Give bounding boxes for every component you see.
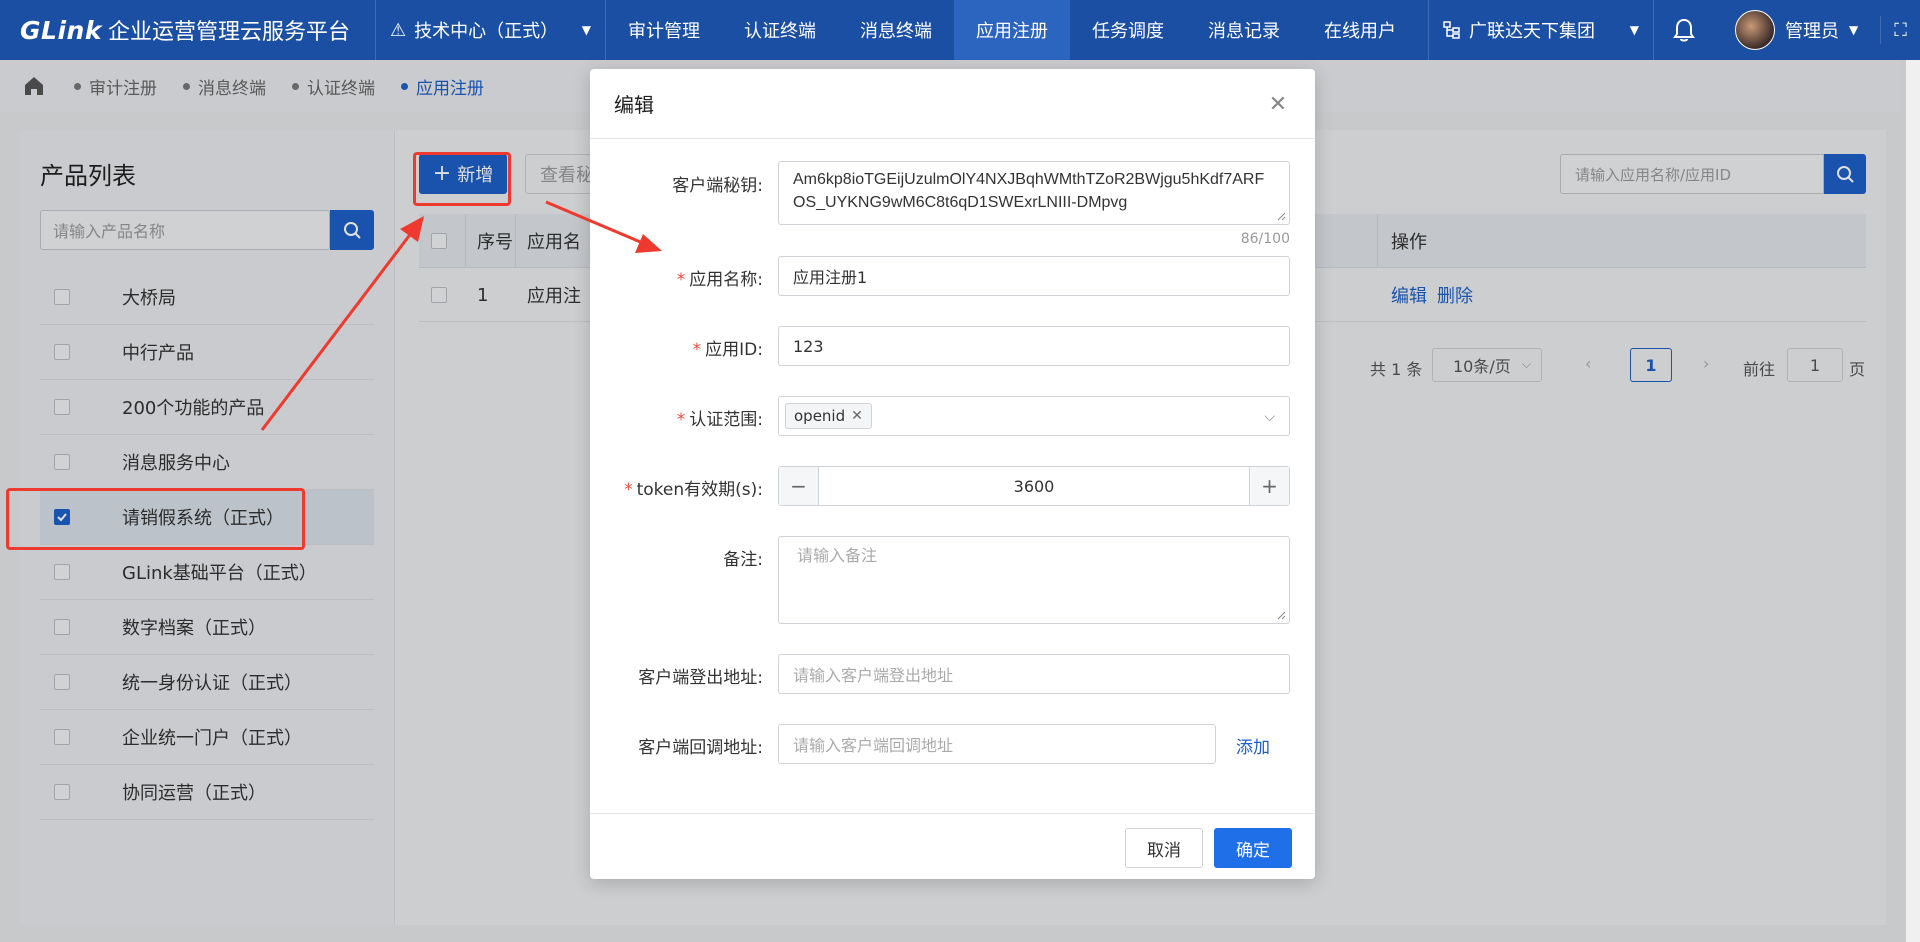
increment-button[interactable]: + [1249,467,1289,505]
nav-item-message-log[interactable]: 消息记录 [1186,0,1302,60]
required-mark: * [676,270,686,290]
remark-label: 备注: [723,550,763,570]
tag-close-icon[interactable]: ✕ [851,408,863,424]
logo: GLink [20,15,102,45]
required-mark: * [624,480,633,500]
dialog-footer: 取消 确定 [590,813,1315,879]
app-name-input[interactable]: 应用注册1 [778,256,1290,296]
chevron-down-icon: ▼ [581,23,591,37]
nav-menu: 审计管理 认证终端 消息终端 应用注册 任务调度 消息记录 在线用户 [606,0,1418,60]
center-select[interactable]: ⚠ 技术中心（正式） ▼ [376,0,606,60]
user-menu[interactable]: 管理员 ▼ [1735,0,1858,60]
callback-label: 客户端回调地址: [638,738,763,758]
nav-item-app-register[interactable]: 应用注册 [954,0,1070,60]
brand[interactable]: GLink 企业运营管理云服务平台 [0,0,376,60]
secret-textarea[interactable]: Am6kp8ioTGEijUzulmOlY4NXJBqhWMthTZoR2BWj… [778,161,1290,225]
fullscreen-icon[interactable]: ⛶ [1880,16,1920,44]
scope-label-text: 认证范围: [689,410,763,430]
resize-grip-icon[interactable] [1276,610,1286,620]
annotation-box-selected [6,488,305,550]
token-stepper: − 3600 + [778,466,1290,506]
secret-label: 客户端秘钥: [672,176,763,196]
callback-url-input[interactable]: 请输入客户端回调地址 [778,724,1216,764]
chevron-down-icon: ▼ [1849,23,1859,37]
decrement-button[interactable]: − [779,467,819,505]
close-icon[interactable]: ✕ [1265,91,1291,117]
logout-url-input[interactable]: 请输入客户端登出地址 [778,654,1290,694]
char-count: 86/100 [1240,231,1290,247]
cancel-button[interactable]: 取消 [1125,828,1203,868]
secret-value: Am6kp8ioTGEijUzulmOlY4NXJBqhWMthTZoR2BWj… [793,171,1265,211]
edit-dialog: 编辑 ✕ 客户端秘钥: Am6kp8ioTGEijUzulmOlY4NXJBqh… [590,69,1315,879]
page-scrollbar[interactable] [1906,60,1920,942]
bell-icon[interactable] [1670,16,1698,44]
remark-textarea[interactable]: 请输入备注 [778,536,1290,624]
remark-placeholder: 请输入备注 [797,548,878,565]
center-icon: ⚠ [390,19,407,41]
org-tree-icon [1443,21,1460,39]
name-label-text: 应用名称: [689,270,763,290]
resize-grip-icon[interactable] [1276,211,1286,221]
platform-title: 企业运营管理云服务平台 [107,20,350,45]
confirm-button[interactable]: 确定 [1214,828,1292,868]
nav-item-audit[interactable]: 审计管理 [606,0,722,60]
annotation-box-add [413,152,511,206]
nav-item-task-schedule[interactable]: 任务调度 [1070,0,1186,60]
token-value[interactable]: 3600 [819,467,1249,505]
chevron-down-icon: ⌵ [1264,409,1275,425]
name-label: * 应用名称: [677,265,763,290]
add-callback-link[interactable]: 添加 [1236,733,1270,758]
required-mark: * [692,340,702,360]
nav-item-message-terminal[interactable]: 消息终端 [838,0,954,60]
scope-tag-label: openid [794,407,846,425]
nav-item-online-users[interactable]: 在线用户 [1302,0,1418,60]
nav-item-auth-terminal[interactable]: 认证终端 [722,0,838,60]
org-select-label: 广联达天下集团 [1469,21,1595,42]
appid-label: * 应用ID: [693,335,763,360]
scope-tag: openid ✕ [785,403,872,429]
top-nav: GLink 企业运营管理云服务平台 ⚠ 技术中心（正式） ▼ 审计管理 认证终端… [0,0,1920,60]
scope-label: * 认证范围: [677,405,763,430]
chevron-down-icon: ▼ [1629,23,1639,37]
org-select[interactable]: 广联达天下集团 ▼ [1428,0,1654,60]
dialog-title: 编辑 [614,93,654,117]
avatar [1735,10,1775,50]
center-select-label: 技术中心（正式） [414,21,559,42]
token-label-text: token有效期(s): [636,480,763,500]
dialog-header: 编辑 ✕ [590,69,1315,139]
scope-select[interactable]: openid ✕ ⌵ [778,396,1290,436]
user-name: 管理员 [1785,21,1839,42]
app-id-input[interactable]: 123 [778,326,1290,366]
appid-label-text: 应用ID: [705,340,763,360]
token-label: * token有效期(s): [624,475,763,500]
logout-label: 客户端登出地址: [638,668,763,688]
required-mark: * [676,410,686,430]
